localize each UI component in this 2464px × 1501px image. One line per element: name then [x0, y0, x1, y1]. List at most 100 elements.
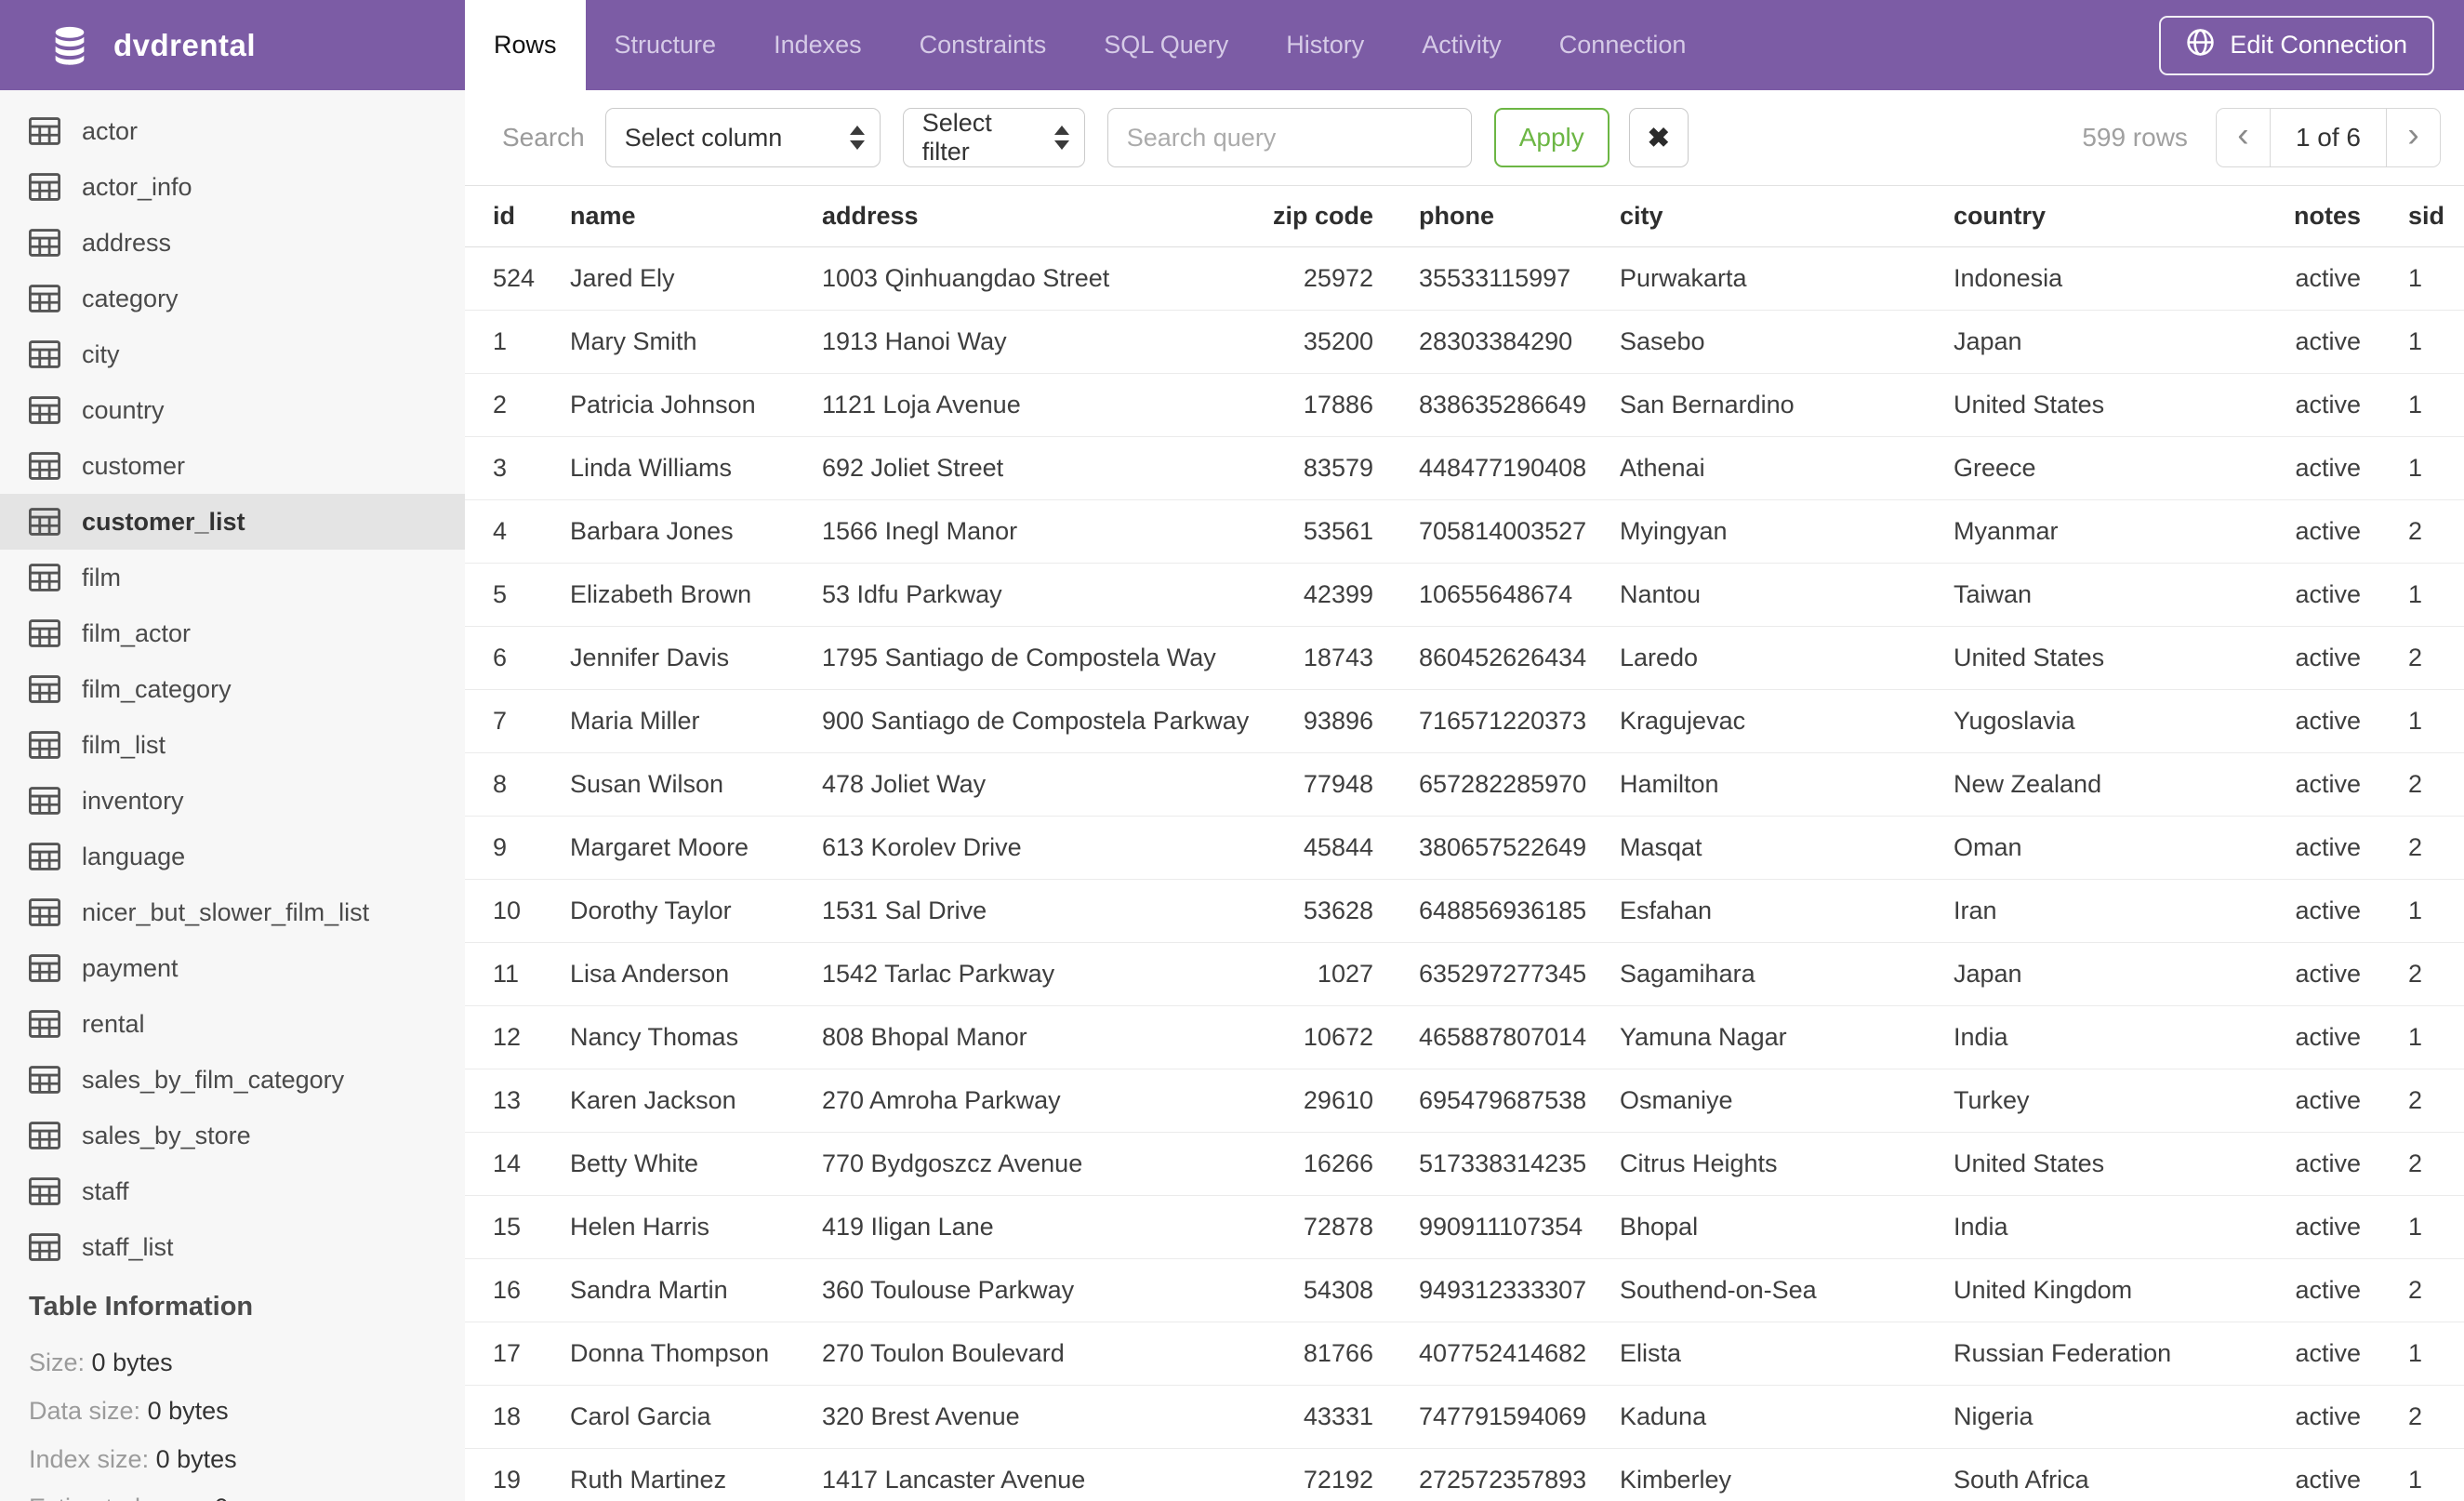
table-row[interactable]: 15 Helen Harris 419 Iligan Lane 72878 990911…: [465, 1195, 2464, 1259]
table-row[interactable]: 3 Linda Williams 692 Joliet Street 83579 448…: [465, 436, 2464, 500]
table-row[interactable]: 9 Margaret Moore 613 Korolev Drive 45844 380…: [465, 816, 2464, 880]
next-page-button[interactable]: ›: [2387, 109, 2440, 166]
sidebar-item-customer_list[interactable]: customer_list: [0, 494, 465, 550]
cell-city: Osmaniye: [1599, 1069, 1925, 1133]
sidebar-item-payment[interactable]: payment: [0, 940, 465, 996]
tab-connection[interactable]: Connection: [1530, 0, 1716, 90]
cell-name: Lisa Anderson: [570, 942, 822, 1006]
sidebar-item-category[interactable]: category: [0, 271, 465, 326]
cell-id: 9: [465, 816, 570, 880]
table-row[interactable]: 8 Susan Wilson 478 Joliet Way 77948 65728228…: [465, 752, 2464, 817]
tab-history[interactable]: History: [1257, 0, 1393, 90]
sidebar-item-address[interactable]: address: [0, 215, 465, 271]
cell-notes: active: [2250, 1258, 2380, 1322]
column-header-name[interactable]: name: [570, 186, 822, 247]
sidebar-item-country[interactable]: country: [0, 382, 465, 438]
cell-sid: 1: [2380, 1005, 2464, 1069]
search-query-input[interactable]: [1106, 108, 1472, 167]
table-row[interactable]: 14 Betty White 770 Bydgoszcz Avenue 16266 51…: [465, 1132, 2464, 1196]
cell-city: Masqat: [1599, 816, 1925, 880]
table-row[interactable]: 13 Karen Jackson 270 Amroha Parkway 29610 69…: [465, 1069, 2464, 1133]
cell-city: Kragujevac: [1599, 689, 1925, 753]
cell-city: Sagamihara: [1599, 942, 1925, 1006]
sidebar-item-city[interactable]: city: [0, 326, 465, 382]
table-row[interactable]: 5 Elizabeth Brown 53 Idfu Parkway 42399 1065…: [465, 563, 2464, 627]
cell-notes: active: [2250, 246, 2380, 311]
sidebar-item-film_actor[interactable]: film_actor: [0, 605, 465, 661]
cell-notes: active: [2250, 499, 2380, 564]
cell-sid: 1: [2380, 879, 2464, 943]
cell-phone: 747791594069: [1390, 1385, 1599, 1449]
table-row[interactable]: 17 Donna Thompson 270 Toulon Boulevard 8176…: [465, 1322, 2464, 1386]
sidebar-item-film[interactable]: film: [0, 550, 465, 605]
tab-sql-query[interactable]: SQL Query: [1075, 0, 1257, 90]
cell-zip: 81766: [1265, 1322, 1390, 1386]
cell-name: Mary Smith: [570, 310, 822, 374]
column-header-sid[interactable]: sid: [2380, 186, 2464, 247]
select-filter-dropdown[interactable]: Select filter: [902, 108, 1085, 167]
sidebar-item-actor_info[interactable]: actor_info: [0, 159, 465, 215]
cell-name: Jennifer Davis: [570, 626, 822, 690]
cell-id: 524: [465, 246, 570, 311]
table-icon: [29, 1010, 60, 1038]
tab-rows[interactable]: Rows: [465, 0, 586, 90]
table-row[interactable]: 6 Jennifer Davis 1795 Santiago de Composte…: [465, 626, 2464, 690]
sidebar-item-inventory[interactable]: inventory: [0, 773, 465, 829]
column-header-country[interactable]: country: [1925, 186, 2250, 247]
column-header-phone[interactable]: phone: [1390, 186, 1599, 247]
column-header-id[interactable]: id: [465, 186, 570, 247]
edit-connection-button[interactable]: Edit Connection: [2159, 15, 2434, 75]
table-row[interactable]: 18 Carol Garcia 320 Brest Avenue 43331 74779…: [465, 1385, 2464, 1449]
cell-phone: 28303384290: [1390, 310, 1599, 374]
table-row[interactable]: 12 Nancy Thomas 808 Bhopal Manor 10672 46588…: [465, 1005, 2464, 1069]
cell-zip: 53628: [1265, 879, 1390, 943]
column-header-city[interactable]: city: [1599, 186, 1925, 247]
table-row[interactable]: 16 Sandra Martin 360 Toulouse Parkway 54308…: [465, 1258, 2464, 1322]
column-header-zip[interactable]: zip code: [1265, 186, 1390, 247]
cell-zip: 10672: [1265, 1005, 1390, 1069]
cell-name: Carol Garcia: [570, 1385, 822, 1449]
tab-structure[interactable]: Structure: [586, 0, 746, 90]
sidebar-item-staff[interactable]: staff: [0, 1163, 465, 1219]
table-row[interactable]: 2 Patricia Johnson 1121 Loja Avenue 17886 83…: [465, 373, 2464, 437]
cell-country: Japan: [1925, 310, 2250, 374]
column-header-notes[interactable]: notes: [2250, 186, 2380, 247]
apply-button[interactable]: Apply: [1493, 108, 1610, 167]
cell-name: Maria Miller: [570, 689, 822, 753]
sidebar-item-actor[interactable]: actor: [0, 103, 465, 159]
sidebar-item-customer[interactable]: customer: [0, 438, 465, 494]
table-row[interactable]: 10 Dorothy Taylor 1531 Sal Drive 53628 64885…: [465, 879, 2464, 943]
cell-notes: active: [2250, 816, 2380, 880]
cell-zip: 43331: [1265, 1385, 1390, 1449]
table-row[interactable]: 11 Lisa Anderson 1542 Tarlac Parkway 1027 63…: [465, 942, 2464, 1006]
cell-country: Taiwan: [1925, 563, 2250, 627]
table-row[interactable]: 7 Maria Miller 900 Santiago de Compostela …: [465, 689, 2464, 753]
sidebar-item-nicer_but_slower_film_list[interactable]: nicer_but_slower_film_list: [0, 884, 465, 940]
table-row[interactable]: 1 Mary Smith 1913 Hanoi Way 35200 2830338429…: [465, 310, 2464, 374]
table-row[interactable]: 19 Ruth Martinez 1417 Lancaster Avenue 7219…: [465, 1448, 2464, 1501]
table-row[interactable]: 524 Jared Ely 1003 Qinhuangdao Street 25972…: [465, 246, 2464, 311]
cell-name: Ruth Martinez: [570, 1448, 822, 1501]
cell-id: 6: [465, 626, 570, 690]
sidebar-item-sales_by_film_category[interactable]: sales_by_film_category: [0, 1052, 465, 1108]
sidebar-item-film_category[interactable]: film_category: [0, 661, 465, 717]
sidebar-item-language[interactable]: language: [0, 829, 465, 884]
tab-constraints[interactable]: Constraints: [891, 0, 1076, 90]
sidebar-item-sales_by_store[interactable]: sales_by_store: [0, 1108, 465, 1163]
sidebar-item-film_list[interactable]: film_list: [0, 717, 465, 773]
tab-indexes[interactable]: Indexes: [745, 0, 891, 90]
sidebar-item-rental[interactable]: rental: [0, 996, 465, 1052]
cell-name: Elizabeth Brown: [570, 563, 822, 627]
sidebar-item-label: country: [82, 395, 165, 424]
table-row[interactable]: 4 Barbara Jones 1566 Inegl Manor 53561 70581…: [465, 499, 2464, 564]
tab-activity[interactable]: Activity: [1393, 0, 1530, 90]
clear-search-button[interactable]: ✖: [1628, 108, 1689, 167]
sidebar-item-staff_list[interactable]: staff_list: [0, 1219, 465, 1275]
cell-sid: 1: [2380, 1322, 2464, 1386]
select-column-dropdown[interactable]: Select column: [604, 108, 881, 167]
cell-name: Linda Williams: [570, 436, 822, 500]
cell-notes: active: [2250, 1069, 2380, 1133]
cell-zip: 16266: [1265, 1132, 1390, 1196]
previous-page-button[interactable]: ‹: [2217, 109, 2270, 166]
column-header-address[interactable]: address: [822, 186, 1265, 247]
